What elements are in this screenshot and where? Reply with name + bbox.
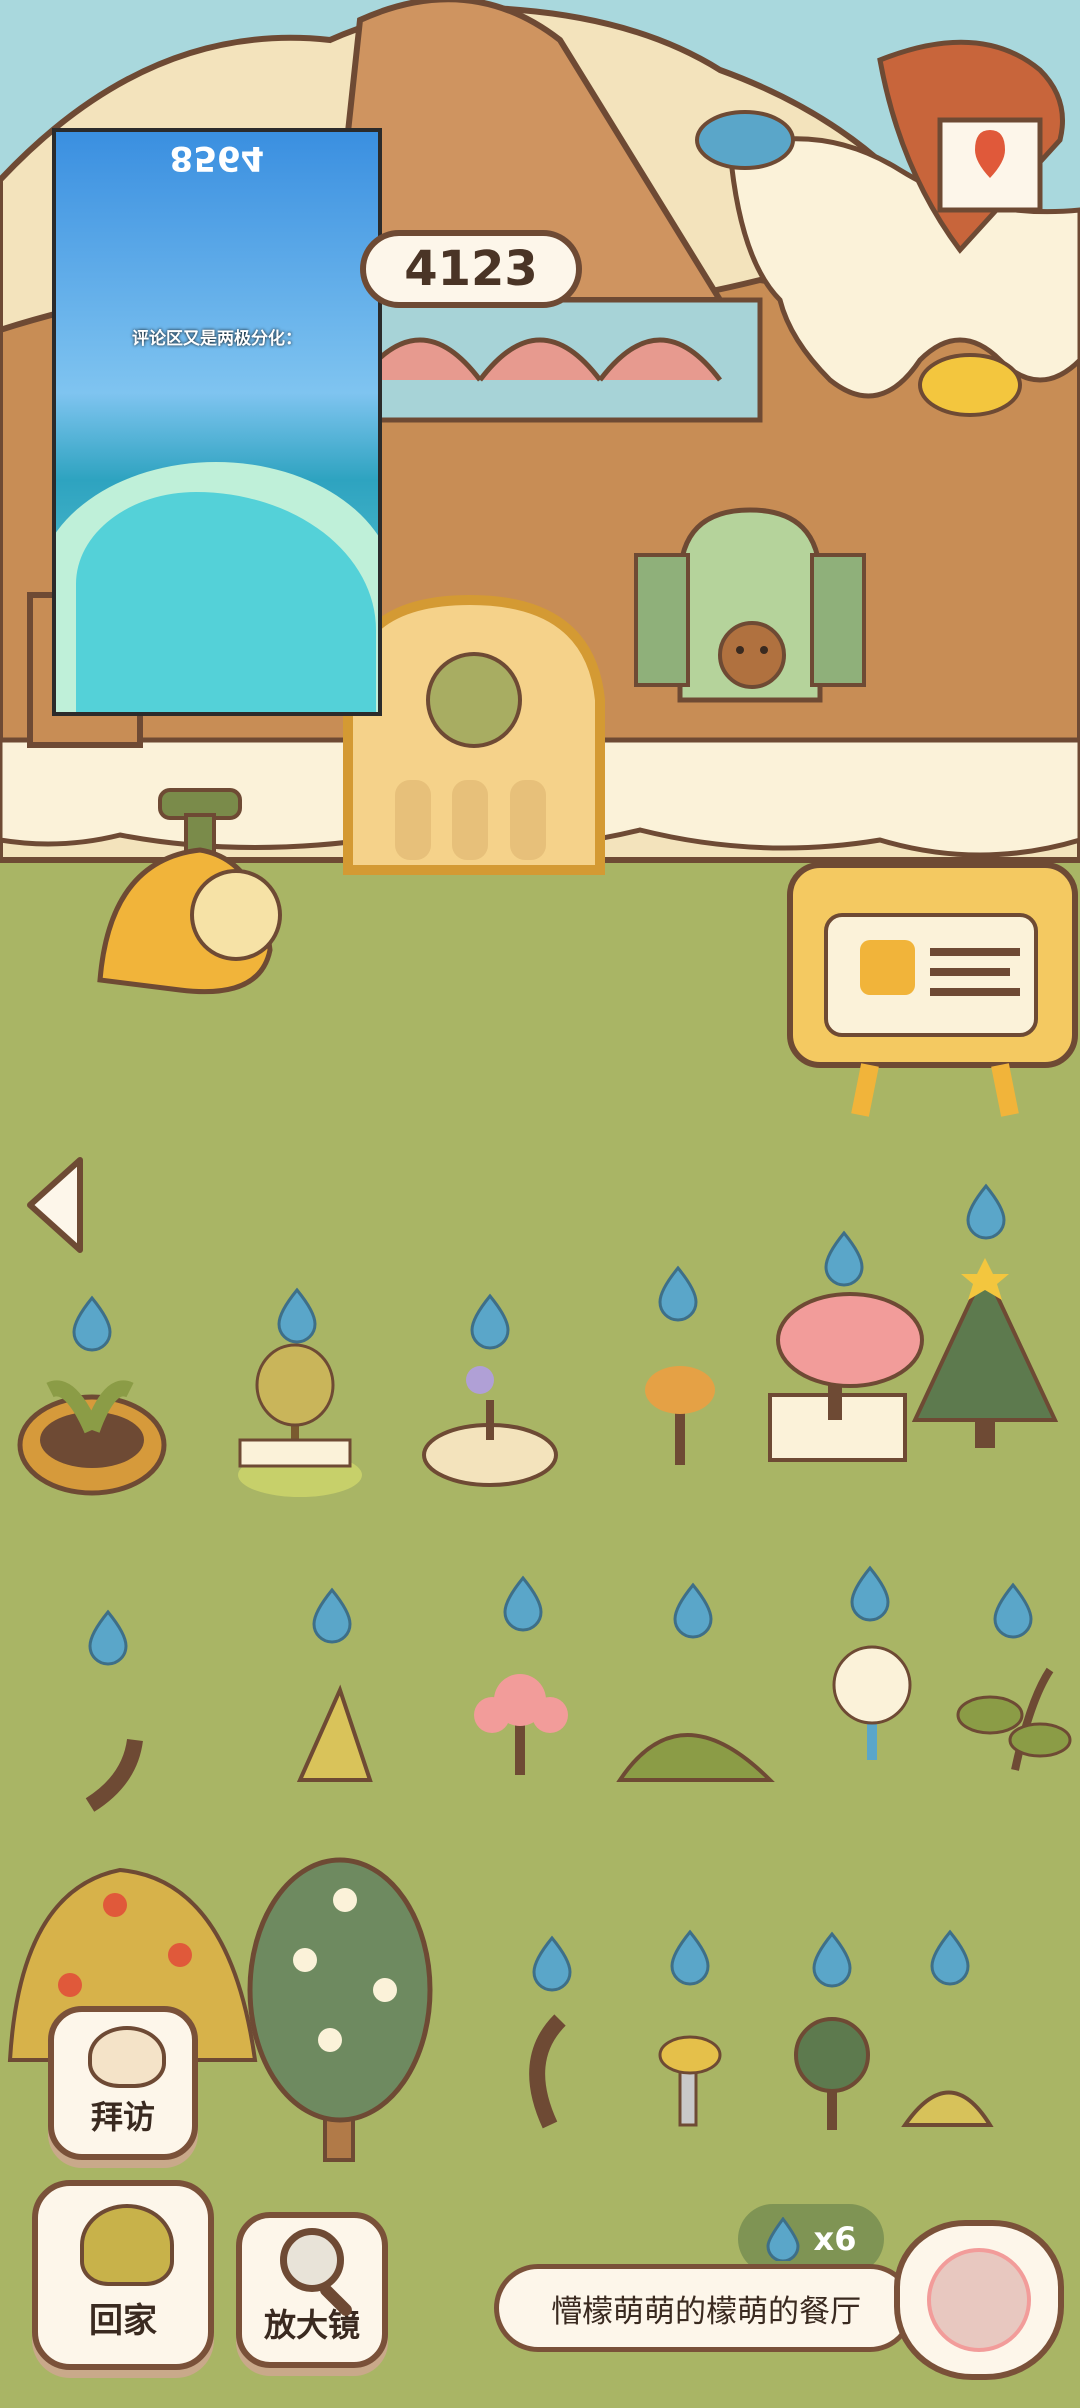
avatar[interactable] — [894, 2220, 1064, 2380]
water-drop-icon — [766, 2217, 800, 2261]
magnifier-icon — [280, 2228, 344, 2292]
avatar-photo — [927, 2248, 1031, 2352]
magnifier-button[interactable]: 放大镜 — [236, 2212, 388, 2368]
home-tree-icon — [80, 2204, 174, 2286]
home-button[interactable]: 回家 — [32, 2180, 214, 2370]
restaurant-name-pill[interactable]: 懵檬萌萌的檬萌的餐厅 — [494, 2264, 914, 2352]
water-count: x6 — [813, 2220, 857, 2258]
visit-label: 拜访 — [90, 2098, 155, 2136]
awning — [357, 297, 763, 423]
video-caption: 评论区又是两极分化： — [132, 329, 302, 349]
cat-avatar-icon — [88, 2026, 166, 2088]
video-overlay[interactable]: 8564 评论区又是两极分化： — [52, 128, 382, 716]
home-label: 回家 — [89, 2301, 157, 2341]
video-counter: 8564 — [169, 138, 265, 178]
coin-count: 4123 — [404, 241, 538, 297]
visit-button[interactable]: 拜访 — [48, 2006, 198, 2160]
coin-counter: 4123 — [360, 230, 582, 308]
door[interactable] — [343, 594, 605, 875]
restaurant-name: 懵檬萌萌的檬萌的餐厅 — [551, 2293, 861, 2330]
